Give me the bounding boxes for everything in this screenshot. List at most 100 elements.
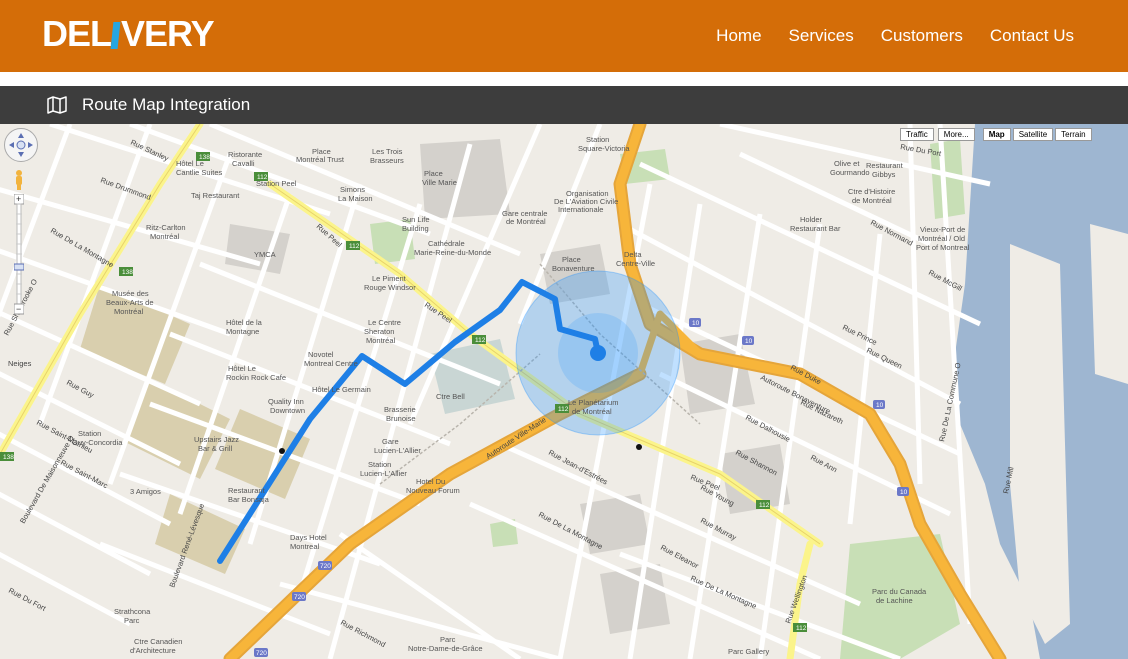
svg-text:Ritz-Carlton: Ritz-Carlton (146, 223, 186, 232)
svg-text:Station: Station (586, 135, 609, 144)
map-type-map[interactable]: Map (982, 128, 1011, 141)
svg-text:112: 112 (349, 243, 360, 250)
svg-text:Vieux-Port de: Vieux-Port de (920, 225, 965, 234)
svg-text:Ctre Bell: Ctre Bell (436, 392, 465, 401)
svg-text:Beaux-Arts de: Beaux-Arts de (106, 298, 154, 307)
top-nav-bar: DEL VERY Home Services Customers Contact … (0, 0, 1128, 72)
svg-text:Olive et: Olive et (834, 159, 860, 168)
svg-text:Hotel Du: Hotel Du (416, 477, 445, 486)
nav-customers[interactable]: Customers (881, 26, 963, 46)
more-button[interactable]: More... (937, 128, 975, 141)
svg-text:Simons: Simons (340, 185, 365, 194)
svg-text:Rockin Rock Cafe: Rockin Rock Cafe (226, 373, 286, 382)
svg-text:Downtown: Downtown (270, 406, 305, 415)
logo-text-left: DEL (42, 13, 112, 54)
svg-text:138: 138 (3, 454, 14, 461)
svg-text:Le Centre: Le Centre (368, 318, 401, 327)
svg-text:Days Hotel: Days Hotel (290, 533, 327, 542)
svg-text:Place: Place (424, 169, 443, 178)
svg-text:Station Peel: Station Peel (256, 179, 297, 188)
svg-text:720: 720 (320, 563, 331, 570)
traffic-button[interactable]: Traffic (900, 128, 934, 141)
svg-text:Hôtel Le Germain: Hôtel Le Germain (312, 385, 371, 394)
zoom-slider[interactable]: + − (13, 193, 25, 319)
map-type-terrain[interactable]: Terrain (1055, 128, 1092, 141)
map-canvas[interactable]: 138 138 112 112 112 112 112 112 138 10 1… (0, 124, 1128, 659)
svg-text:Montagne: Montagne (226, 327, 259, 336)
svg-text:720: 720 (294, 594, 305, 601)
svg-text:Novotel: Novotel (308, 350, 334, 359)
map-type-controls: Traffic More... Map Satellite Terrain (898, 128, 1092, 141)
svg-text:Gibbys: Gibbys (872, 170, 896, 179)
svg-text:Upstairs Jazz: Upstairs Jazz (194, 435, 239, 444)
svg-text:Parc du Canada: Parc du Canada (872, 587, 927, 596)
svg-text:Square-Victoria: Square-Victoria (578, 144, 630, 153)
pier (1090, 224, 1128, 384)
svg-text:de Montréal: de Montréal (506, 217, 546, 226)
svg-text:Brasserie: Brasserie (384, 405, 416, 414)
svg-text:Restaurant Bar: Restaurant Bar (790, 224, 841, 233)
svg-text:YMCA: YMCA (254, 250, 276, 259)
pan-arrows-icon (9, 133, 33, 157)
poi-dot[interactable] (636, 444, 642, 450)
svg-text:Montréal: Montréal (366, 336, 396, 345)
svg-text:Cathédrale: Cathédrale (428, 239, 465, 248)
svg-text:Lucien-L'Allier: Lucien-L'Allier (360, 469, 407, 478)
svg-text:112: 112 (759, 502, 770, 509)
svg-text:112: 112 (475, 337, 486, 344)
street-view-pegman-icon[interactable] (14, 169, 24, 191)
svg-text:Gare: Gare (382, 437, 399, 446)
svg-text:de Montréal: de Montréal (572, 407, 612, 416)
svg-text:Montréal: Montréal (114, 307, 144, 316)
delivery-logo[interactable]: DEL VERY (42, 13, 215, 54)
svg-text:Brasseurs: Brasseurs (370, 156, 404, 165)
poi-dot[interactable] (279, 448, 285, 454)
svg-text:10: 10 (692, 320, 700, 327)
svg-text:Montreal Centre: Montreal Centre (304, 359, 358, 368)
svg-text:Strathcona: Strathcona (114, 607, 151, 616)
svg-text:Hôtel Le: Hôtel Le (176, 159, 204, 168)
map-icon (47, 96, 67, 114)
svg-text:Bar & Grill: Bar & Grill (198, 444, 233, 453)
svg-text:Montréal Trust: Montréal Trust (296, 155, 345, 164)
svg-text:d'Architecture: d'Architecture (130, 646, 176, 655)
svg-text:Ristorante: Ristorante (228, 150, 262, 159)
main-nav: Home Services Customers Contact Us (689, 26, 1074, 46)
svg-text:Quality Inn: Quality Inn (268, 397, 304, 406)
section-title: Route Map Integration (82, 95, 251, 114)
pan-control[interactable] (4, 128, 38, 162)
section-title-bar: Route Map Integration (0, 86, 1128, 124)
nav-contact-us[interactable]: Contact Us (990, 26, 1074, 46)
svg-text:de Lachine: de Lachine (876, 596, 913, 605)
svg-text:112: 112 (558, 406, 569, 413)
svg-text:de Montréal: de Montréal (852, 196, 892, 205)
nav-services[interactable]: Services (789, 26, 854, 46)
svg-text:Ctre Canadien: Ctre Canadien (134, 637, 182, 646)
svg-text:Ctre d'Histoire: Ctre d'Histoire (848, 187, 895, 196)
svg-text:Lucien-L'Allier: Lucien-L'Allier (374, 446, 421, 455)
svg-text:10: 10 (745, 338, 753, 345)
svg-text:La Maison: La Maison (338, 194, 373, 203)
svg-text:Bar Bonsaja: Bar Bonsaja (228, 495, 270, 504)
svg-text:10: 10 (900, 489, 908, 496)
svg-text:Place: Place (562, 255, 581, 264)
svg-text:Sun Life: Sun Life (402, 215, 430, 224)
svg-text:Bonaventure: Bonaventure (552, 264, 595, 273)
svg-text:Parc Gallery: Parc Gallery (728, 647, 770, 656)
logo-i-bar (110, 22, 121, 49)
svg-text:Le Planétarium: Le Planétarium (568, 398, 618, 407)
current-location-dot[interactable] (590, 345, 606, 361)
svg-text:Internationale: Internationale (558, 205, 603, 214)
svg-text:Ville Marie: Ville Marie (422, 178, 457, 187)
map-type-satellite[interactable]: Satellite (1012, 128, 1054, 141)
svg-text:Neiges: Neiges (8, 359, 32, 368)
svg-text:−: − (16, 304, 21, 314)
svg-text:Rouge Windsor: Rouge Windsor (364, 283, 416, 292)
route-map[interactable]: 138 138 112 112 112 112 112 112 138 10 1… (0, 124, 1128, 659)
svg-text:138: 138 (122, 269, 133, 276)
nav-home[interactable]: Home (716, 26, 761, 46)
svg-text:Hôtel Le: Hôtel Le (228, 364, 256, 373)
svg-text:Hôtel de la: Hôtel de la (226, 318, 263, 327)
svg-text:Nouveau Forum: Nouveau Forum (406, 486, 460, 495)
svg-text:Holder: Holder (800, 215, 823, 224)
